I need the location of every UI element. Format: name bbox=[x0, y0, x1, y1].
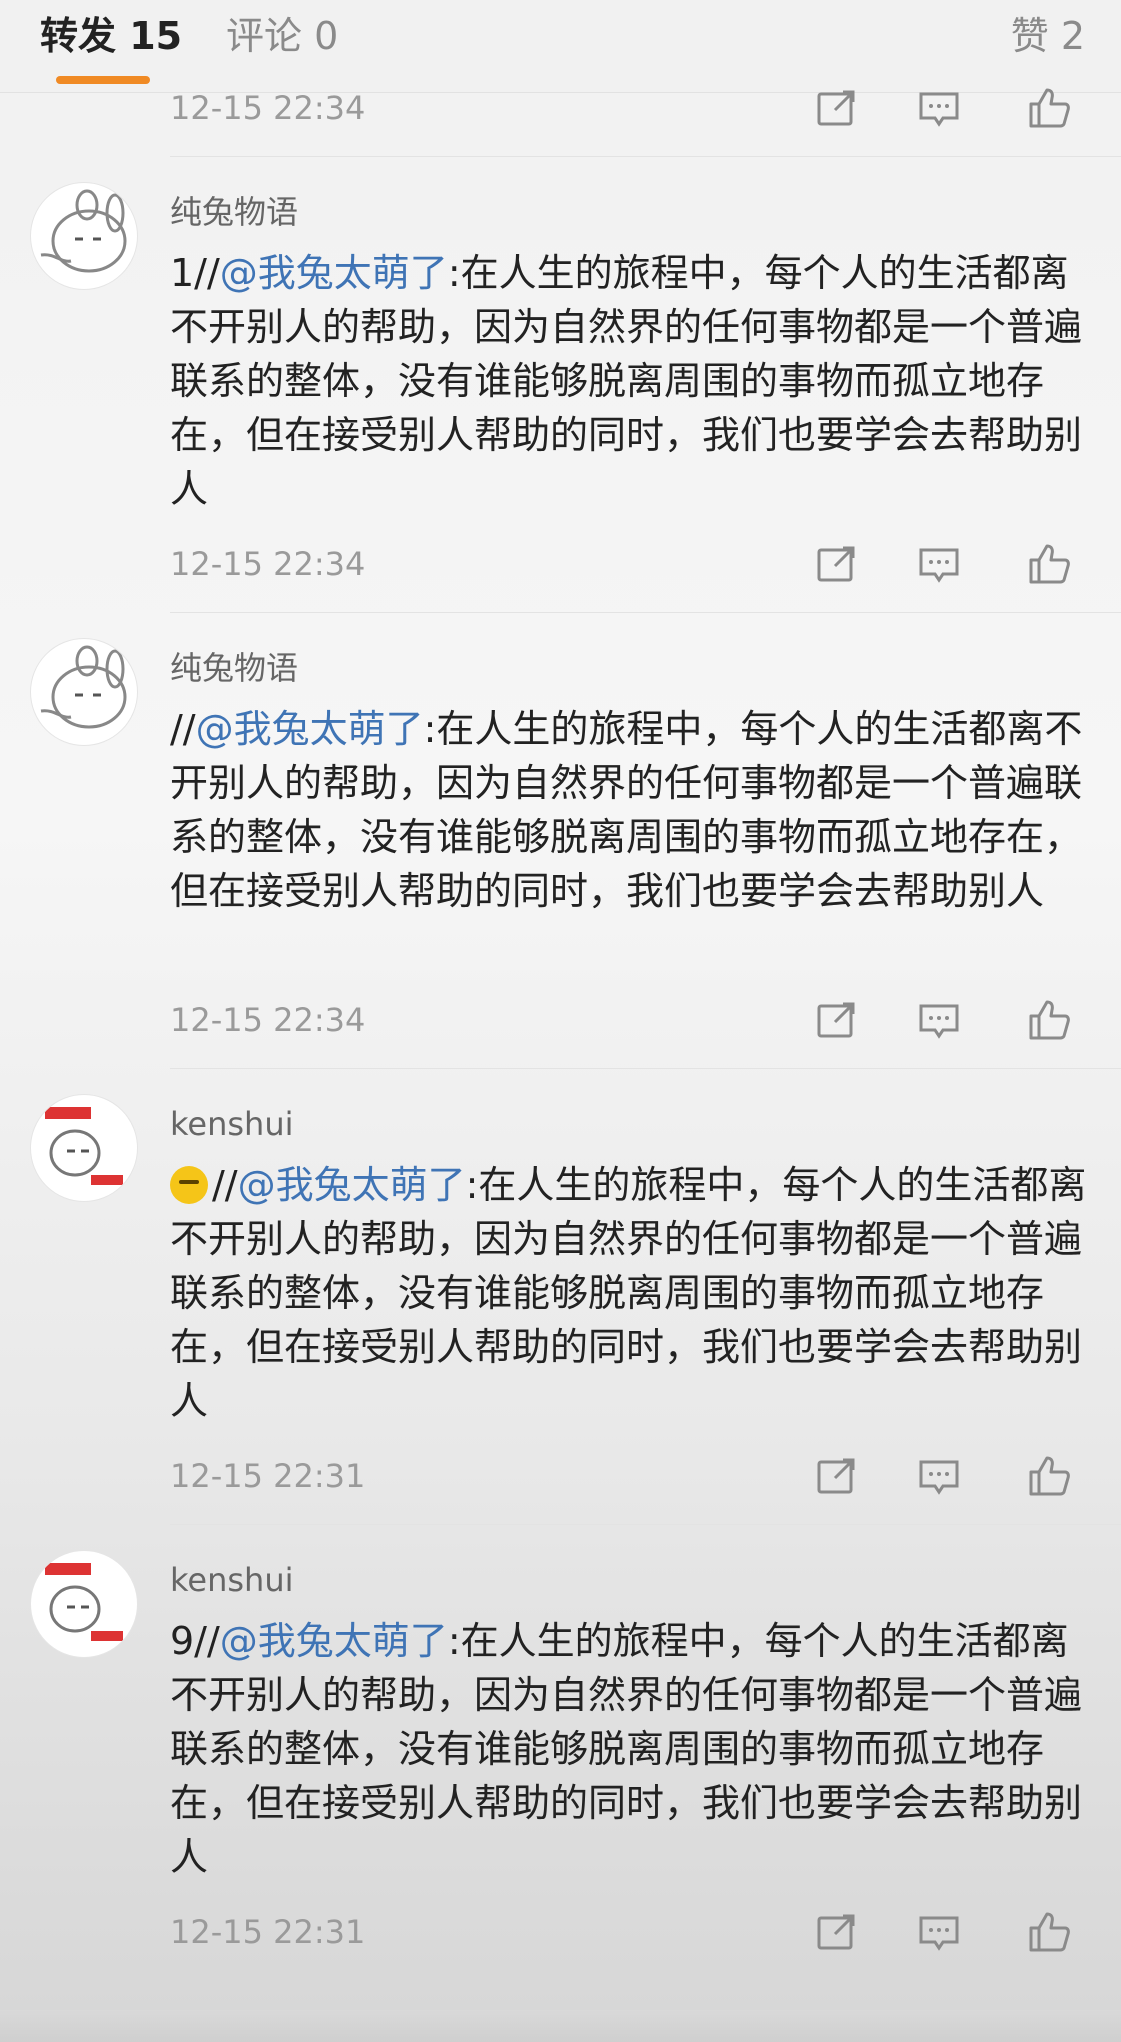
avatar[interactable] bbox=[30, 1094, 138, 1202]
mention-link[interactable]: @我兔太萌了 bbox=[238, 1163, 466, 1207]
active-tab-indicator bbox=[56, 76, 150, 84]
timestamp: 12-15 22:34 bbox=[170, 545, 366, 583]
comment-icon[interactable] bbox=[915, 996, 963, 1044]
divider bbox=[170, 156, 1121, 157]
share-icon[interactable] bbox=[813, 1452, 861, 1500]
comment-icon[interactable] bbox=[915, 540, 963, 588]
username[interactable]: 纯兔物语 bbox=[170, 190, 298, 234]
repost-content: 9//@我兔太萌了:在人生的旅程中，每个人的生活都离不开别人的帮助，因为自然界的… bbox=[170, 1614, 1094, 1884]
avatar[interactable] bbox=[30, 182, 138, 290]
username[interactable]: 纯兔物语 bbox=[170, 646, 298, 690]
like-icon[interactable] bbox=[1025, 540, 1073, 588]
comment-icon[interactable] bbox=[915, 84, 963, 132]
repost-prefix: // bbox=[212, 1163, 238, 1207]
timestamp: 12-15 22:34 bbox=[170, 89, 366, 127]
share-icon[interactable] bbox=[813, 84, 861, 132]
repost-content: 1//@我兔太萌了:在人生的旅程中，每个人的生活都离不开别人的帮助，因为自然界的… bbox=[170, 246, 1094, 516]
like-icon[interactable] bbox=[1025, 1908, 1073, 1956]
tab-likes[interactable]: 赞 2 bbox=[1011, 8, 1085, 64]
share-icon[interactable] bbox=[813, 1908, 861, 1956]
share-icon[interactable] bbox=[813, 540, 861, 588]
divider bbox=[170, 1524, 1121, 1525]
mention-link[interactable]: @我兔太萌了 bbox=[220, 1619, 448, 1663]
avatar[interactable] bbox=[30, 638, 138, 746]
bottom-toolbar bbox=[0, 2010, 1121, 2042]
divider bbox=[170, 1068, 1121, 1069]
mention-link[interactable]: @我兔太萌了 bbox=[196, 707, 424, 751]
tab-comments[interactable]: 评论 0 bbox=[226, 8, 338, 64]
username[interactable]: kenshui bbox=[170, 1102, 293, 1146]
mention-link[interactable]: @我兔太萌了 bbox=[220, 251, 448, 295]
timestamp: 12-15 22:34 bbox=[170, 1001, 366, 1039]
username[interactable]: kenshui bbox=[170, 1558, 293, 1602]
repost-content: //@我兔太萌了:在人生的旅程中，每个人的生活都离不开别人的帮助，因为自然界的任… bbox=[170, 702, 1094, 918]
repost-prefix: 9// bbox=[170, 1619, 220, 1663]
comment-icon[interactable] bbox=[915, 1452, 963, 1500]
share-icon[interactable] bbox=[813, 996, 861, 1044]
tab-reposts[interactable]: 转发 15 bbox=[40, 8, 182, 64]
repost-prefix: // bbox=[170, 707, 196, 751]
like-icon[interactable] bbox=[1025, 84, 1073, 132]
timestamp: 12-15 22:31 bbox=[170, 1913, 366, 1951]
avatar[interactable] bbox=[30, 1550, 138, 1658]
smirk-emoji-icon bbox=[170, 1166, 208, 1204]
comment-icon[interactable] bbox=[915, 1908, 963, 1956]
like-icon[interactable] bbox=[1025, 996, 1073, 1044]
like-icon[interactable] bbox=[1025, 1452, 1073, 1500]
repost-content: //@我兔太萌了:在人生的旅程中，每个人的生活都离不开别人的帮助，因为自然界的任… bbox=[170, 1158, 1094, 1428]
divider bbox=[170, 612, 1121, 613]
tab-bar: 转发 15 评论 0 赞 2 bbox=[0, 0, 1121, 93]
timestamp: 12-15 22:31 bbox=[170, 1457, 366, 1495]
repost-prefix: 1// bbox=[170, 251, 220, 295]
